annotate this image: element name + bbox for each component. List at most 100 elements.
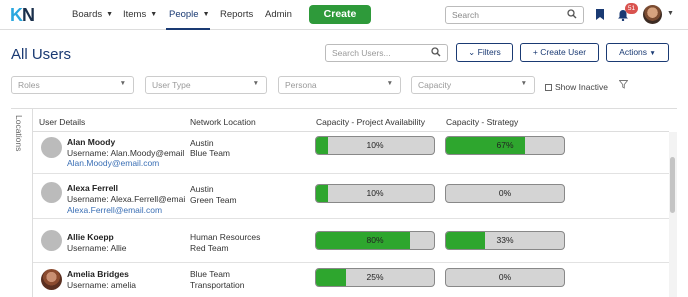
- funnel-icon[interactable]: [619, 80, 628, 89]
- network-location-primary: Austin: [190, 184, 214, 194]
- nav-admin[interactable]: Admin: [265, 9, 292, 20]
- chevron-down-icon: ▼: [252, 80, 259, 87]
- global-search-placeholder: Search: [452, 10, 479, 20]
- capacity-strategy-bar: 67%: [445, 136, 565, 155]
- user-avatar[interactable]: [643, 5, 662, 24]
- user-type-select-label: User Type: [152, 80, 191, 90]
- capacity-project-bar: 10%: [315, 184, 435, 203]
- avatar: [41, 230, 62, 251]
- table-row[interactable]: Allie Koepp Username: Allie Human Resour…: [33, 221, 669, 263]
- chevron-down-icon: ▼: [106, 11, 114, 18]
- network-location-secondary: Blue Team: [190, 148, 231, 158]
- table-row[interactable]: Alexa Ferrell Username: Alexa.Ferrell@em…: [33, 177, 669, 219]
- nav-boards[interactable]: Boards ▼: [72, 9, 113, 20]
- capacity-label: 10%: [366, 188, 384, 198]
- table-row[interactable]: Amelia Bridges Username: amelia Blue Tea…: [33, 263, 669, 297]
- capacity-label: 25%: [366, 272, 384, 282]
- show-inactive-toggle[interactable]: Show Inactive: [545, 82, 608, 92]
- chevron-down-icon: ▼: [150, 11, 158, 18]
- global-search-input[interactable]: Search: [445, 6, 584, 24]
- show-inactive-checkbox[interactable]: [545, 83, 552, 91]
- user-username: Username: Alan.Moody@email.c: [67, 148, 185, 158]
- network-location-secondary: Red Team: [190, 243, 229, 253]
- column-header-network-location[interactable]: Network Location: [190, 117, 256, 127]
- nav-items-label: Items: [123, 9, 147, 20]
- capacity-label: 0%: [498, 188, 512, 198]
- chevron-down-icon: ▼: [202, 11, 210, 18]
- users-search-input[interactable]: Search Users...: [325, 44, 448, 62]
- user-name[interactable]: Alexa Ferrell: [67, 183, 118, 193]
- capacity-project-bar: 10%: [315, 136, 435, 155]
- user-name[interactable]: Alan Moody: [67, 137, 115, 147]
- roles-select-label: Roles: [18, 80, 40, 90]
- chevron-down-icon: ▼: [520, 80, 527, 87]
- user-email-link[interactable]: Alan.Moody@email.com: [67, 158, 159, 168]
- nav-reports-label: Reports: [220, 9, 254, 20]
- page-title: All Users: [11, 46, 72, 63]
- nav-items[interactable]: Items ▼: [123, 9, 157, 20]
- show-inactive-label: Show Inactive: [555, 82, 608, 92]
- avatar: [41, 137, 62, 158]
- locations-side-tab[interactable]: Locations: [11, 109, 33, 297]
- bookmark-icon[interactable]: [596, 9, 604, 20]
- nav-admin-label: Admin: [265, 9, 292, 20]
- capacity-label: 10%: [366, 140, 384, 150]
- nav-people-label: People: [169, 9, 199, 20]
- filters-button[interactable]: ⌄ Filters: [456, 43, 513, 62]
- chevron-down-icon[interactable]: ▼: [667, 10, 674, 17]
- capacity-strategy-bar: 0%: [445, 268, 565, 287]
- scrollbar-thumb[interactable]: [670, 157, 675, 213]
- locations-tab-label: Locations: [14, 115, 24, 152]
- capacity-strategy-bar: 0%: [445, 184, 565, 203]
- chevron-down-icon: ▼: [386, 80, 393, 87]
- capacity-label: 33%: [496, 235, 514, 245]
- column-header-capacity-strategy[interactable]: Capacity - Strategy: [446, 117, 518, 127]
- avatar: [41, 182, 62, 203]
- persona-select[interactable]: Persona ▼: [278, 76, 401, 94]
- roles-select[interactable]: Roles ▼: [11, 76, 134, 94]
- avatar: [41, 269, 62, 290]
- create-button[interactable]: Create: [309, 5, 371, 24]
- network-location-secondary: Green Team: [190, 195, 237, 205]
- notification-badge: 51: [625, 3, 638, 14]
- capacity-label: 80%: [366, 235, 384, 245]
- app-logo[interactable]: KN: [10, 5, 35, 26]
- search-icon[interactable]: [431, 47, 441, 57]
- nav-people[interactable]: People ▼: [169, 9, 210, 20]
- network-location-secondary: Transportation: [190, 280, 245, 290]
- capacity-strategy-bar: 33%: [445, 231, 565, 250]
- capacity-label: 67%: [496, 140, 514, 150]
- network-location-primary: Austin: [190, 138, 214, 148]
- user-email-link[interactable]: Alexa.Ferrell@email.com: [67, 205, 162, 215]
- section-divider: [11, 108, 677, 109]
- actions-button[interactable]: Actions ▼: [606, 43, 669, 62]
- user-username: Username: amelia: [67, 280, 136, 290]
- chevron-down-icon: ▼: [119, 80, 126, 87]
- user-type-select[interactable]: User Type ▼: [145, 76, 267, 94]
- chevron-down-icon: ⌄: [468, 47, 476, 57]
- capacity-label: 0%: [498, 272, 512, 282]
- capacity-select[interactable]: Capacity ▼: [411, 76, 535, 94]
- nav-boards-label: Boards: [72, 9, 103, 20]
- user-name[interactable]: Allie Koepp: [67, 232, 114, 242]
- network-location-primary: Blue Team: [190, 269, 231, 279]
- user-name[interactable]: Amelia Bridges: [67, 269, 129, 279]
- nav-reports[interactable]: Reports: [220, 9, 253, 20]
- top-navigation: KN Boards ▼ Items ▼ People ▼ Reports Admin …: [0, 0, 688, 30]
- filters-label: Filters: [477, 47, 501, 57]
- table-row[interactable]: Alan Moody Username: Alan.Moody@email.c …: [33, 132, 669, 174]
- user-username: Username: Alexa.Ferrell@email.c: [67, 194, 185, 204]
- chevron-down-icon: ▼: [649, 50, 656, 57]
- actions-label: Actions: [619, 47, 648, 57]
- column-header-user-details[interactable]: User Details: [39, 117, 85, 127]
- persona-select-label: Persona: [285, 80, 317, 90]
- search-icon[interactable]: [567, 9, 577, 19]
- create-user-button[interactable]: + Create User: [520, 43, 599, 62]
- network-location-primary: Human Resources: [190, 232, 261, 242]
- active-nav-indicator: [166, 28, 210, 30]
- column-header-capacity-project[interactable]: Capacity - Project Availability: [316, 117, 425, 127]
- users-search-placeholder: Search Users...: [332, 48, 391, 58]
- capacity-project-bar: 25%: [315, 268, 435, 287]
- capacity-project-bar: 80%: [315, 231, 435, 250]
- capacity-select-label: Capacity: [418, 80, 452, 90]
